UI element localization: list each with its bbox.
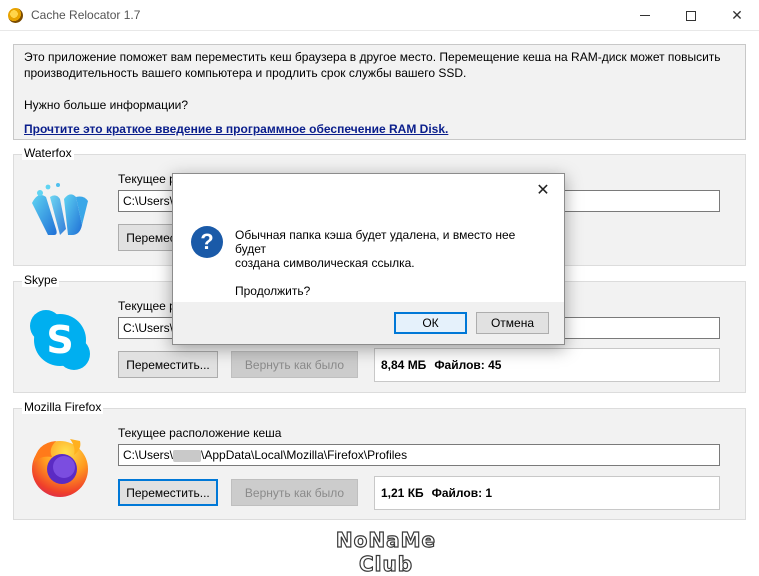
close-icon: ✕: [536, 182, 550, 199]
more-info-question: Нужно больше информации?: [24, 98, 189, 112]
dialog-message-line2: создана символическая ссылка.: [235, 256, 415, 270]
close-icon: ✕: [731, 7, 743, 23]
firefox-group: Текущее расположение кеша C:\Users\ \AppD…: [13, 408, 746, 520]
dialog-message-line1: Обычная папка кэша будет удалена, и вмес…: [235, 228, 516, 256]
skype-path-prefix: C:\Users\: [123, 321, 174, 335]
cancel-button[interactable]: Отмена: [476, 312, 549, 334]
skype-cache-info: 8,84 МБ Файлов: 45: [374, 348, 720, 382]
firefox-path-prefix: C:\Users\: [123, 448, 174, 462]
firefox-restore-button[interactable]: Вернуть как было: [231, 479, 358, 506]
dialog-message: Обычная папка кэша будет удалена, и вмес…: [235, 228, 545, 298]
confirm-dialog: ✕ ? Обычная папка кэша будет удалена, и …: [172, 173, 565, 345]
firefox-path-suffix: \AppData\Local\Mozilla\Firefox\Profiles: [201, 448, 408, 462]
ok-button[interactable]: ОК: [394, 312, 467, 334]
firefox-move-button[interactable]: Переместить...: [118, 479, 218, 506]
firefox-cache-files: Файлов: 1: [431, 486, 493, 500]
maximize-button[interactable]: [668, 0, 714, 31]
waterfox-path-prefix: C:\Users\: [123, 194, 174, 208]
firefox-cache-size: 1,21 КБ: [381, 486, 424, 500]
skype-restore-button[interactable]: Вернуть как было: [231, 351, 358, 378]
firefox-cache-info: 1,21 КБ Файлов: 1: [374, 476, 720, 510]
intro-panel: Это приложение поможет вам переместить к…: [13, 44, 746, 140]
dialog-close-button[interactable]: ✕: [528, 178, 558, 202]
close-button[interactable]: ✕: [714, 0, 759, 31]
firefox-group-label: Mozilla Firefox: [22, 400, 104, 414]
intro-text: Это приложение поможет вам переместить к…: [24, 50, 721, 80]
window-title: Cache Relocator 1.7: [31, 8, 141, 22]
svg-text:S: S: [46, 318, 73, 362]
app-icon: [8, 8, 23, 23]
ramdisk-intro-link[interactable]: Прочтите это краткое введение в программ…: [24, 121, 735, 137]
dialog-question: Продолжить?: [235, 284, 311, 298]
skype-group-label: Skype: [22, 273, 60, 287]
maximize-icon: [686, 10, 696, 21]
watermark: NoNaMe Club: [335, 527, 437, 576]
waterfox-logo-icon: [32, 183, 88, 235]
skype-cache-size: 8,84 МБ: [381, 358, 427, 372]
firefox-cache-location-label: Текущее расположение кеша: [118, 426, 282, 440]
minimize-button[interactable]: [622, 0, 668, 31]
waterfox-group-label: Waterfox: [22, 146, 74, 160]
skype-logo-icon: S: [30, 310, 90, 370]
username-redaction: [173, 449, 202, 462]
question-icon: ?: [191, 226, 223, 258]
firefox-path-input[interactable]: C:\Users\ \AppData\Local\Mozilla\Firefox\…: [118, 444, 720, 466]
minimize-icon: [640, 15, 650, 16]
firefox-logo-icon: [32, 439, 88, 497]
title-bar[interactable]: Cache Relocator 1.7 ✕: [0, 0, 759, 31]
dialog-footer: ОК Отмена: [173, 302, 564, 344]
skype-cache-files: Файлов: 45: [434, 358, 502, 372]
skype-move-button[interactable]: Переместить...: [118, 351, 218, 378]
